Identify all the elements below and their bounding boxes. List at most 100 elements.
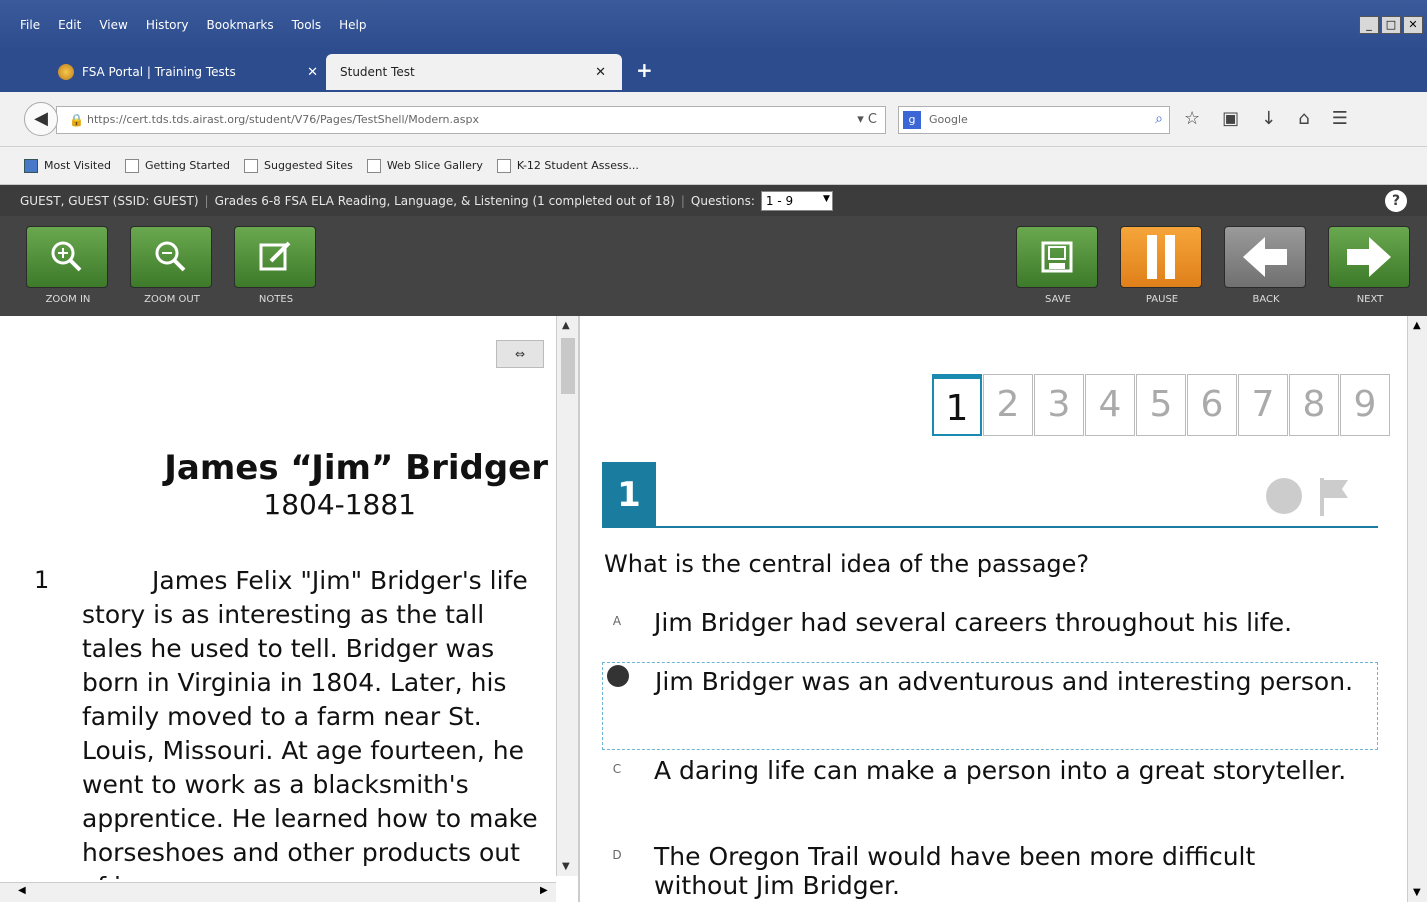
info-icon[interactable]: [1266, 478, 1302, 514]
window-controls: _ □ ✕: [1359, 16, 1423, 34]
radio-a[interactable]: A: [606, 610, 628, 632]
notes-button[interactable]: NOTES: [234, 226, 318, 305]
reading-list-icon[interactable]: ▣: [1222, 108, 1239, 129]
bookmark-suggested-sites[interactable]: Suggested Sites: [244, 158, 353, 173]
bookmark-most-visited[interactable]: Most Visited: [24, 158, 111, 173]
passage-title: James “Jim” Bridger: [164, 448, 548, 488]
download-icon[interactable]: ↓: [1261, 108, 1276, 129]
search-field[interactable]: g Google ⌕: [898, 106, 1170, 134]
search-icon[interactable]: ⌕: [1155, 111, 1163, 127]
question-nav-1[interactable]: 1: [932, 374, 982, 436]
back-arrow-icon[interactable]: ◀: [24, 102, 58, 136]
question-nav-7[interactable]: 7: [1238, 374, 1288, 436]
minimize-button[interactable]: _: [1359, 16, 1379, 34]
question-pane: 1 2 3 4 5 6 7 8 9 1 What is the central …: [582, 316, 1427, 902]
test-status-bar: GUEST, GUEST (SSID: GUEST) | Grades 6-8 …: [0, 185, 1427, 216]
menu-history[interactable]: History: [146, 18, 189, 32]
zoom-out-label: ZOOM OUT: [144, 294, 200, 305]
passage-vertical-scrollbar[interactable]: ▲ ▼: [556, 316, 578, 876]
answer-option-a[interactable]: A Jim Bridger had several careers throug…: [602, 608, 1378, 642]
option-text: Jim Bridger was an adventurous and inter…: [655, 667, 1354, 696]
url-bar[interactable]: 🔒 https://cert.tds.tds.airast.org/studen…: [56, 106, 886, 134]
question-nav-4[interactable]: 4: [1085, 374, 1135, 436]
answer-option-b[interactable]: Jim Bridger was an adventurous and inter…: [602, 662, 1378, 750]
passage-pane: ⇔ James “Jim” Bridger 1804-1881 1 James …: [0, 316, 580, 902]
bookmark-label: Suggested Sites: [264, 159, 353, 172]
zoom-out-button[interactable]: ZOOM OUT: [130, 226, 214, 305]
bookmark-star-icon[interactable]: ☆: [1184, 108, 1200, 129]
question-nav-6[interactable]: 6: [1187, 374, 1237, 436]
passage-horizontal-scrollbar[interactable]: ◀ ▶: [0, 882, 556, 902]
pause-icon: [1120, 226, 1202, 288]
browser-titlebar: File Edit View History Bookmarks Tools H…: [0, 0, 1427, 52]
radio-b-selected[interactable]: [607, 665, 629, 687]
bookmark-web-slice-gallery[interactable]: Web Slice Gallery: [366, 158, 483, 173]
radio-c[interactable]: C: [606, 758, 628, 780]
maximize-button[interactable]: □: [1381, 16, 1401, 34]
bookmark-getting-started[interactable]: Getting Started: [124, 158, 230, 173]
tab-label: FSA Portal | Training Tests: [82, 65, 236, 79]
menu-view[interactable]: View: [99, 18, 127, 32]
scroll-down-icon[interactable]: ▼: [1413, 887, 1421, 898]
close-tab-icon[interactable]: ✕: [307, 65, 318, 80]
flag-icon[interactable]: [1316, 476, 1352, 516]
bookmark-k12-assess[interactable]: K-12 Student Assess...: [496, 158, 639, 173]
answer-option-d[interactable]: D The Oregon Trail would have been more …: [602, 842, 1378, 902]
search-placeholder: Google: [929, 113, 968, 126]
expand-passage-button[interactable]: ⇔: [496, 340, 544, 368]
help-button[interactable]: ?: [1385, 190, 1407, 212]
scroll-down-icon[interactable]: ▼: [562, 861, 570, 872]
questions-label: Questions:: [690, 193, 755, 208]
home-icon[interactable]: ⌂: [1298, 108, 1309, 129]
answer-option-c[interactable]: C A daring life can make a person into a…: [602, 756, 1378, 818]
scroll-left-icon[interactable]: ◀: [18, 885, 26, 896]
menu-file[interactable]: File: [20, 18, 40, 32]
option-text: The Oregon Trail would have been more di…: [654, 842, 1256, 900]
question-vertical-scrollbar[interactable]: ▲ ▼: [1407, 316, 1427, 902]
question-nav-5[interactable]: 5: [1136, 374, 1186, 436]
bookmark-label: Web Slice Gallery: [386, 159, 483, 172]
question-nav-2[interactable]: 2: [983, 374, 1033, 436]
question-range-select[interactable]: 1 - 9 ▼: [760, 190, 833, 211]
back-label: BACK: [1252, 294, 1280, 305]
divider: |: [204, 193, 209, 208]
student-name: GUEST, GUEST (SSID: GUEST): [20, 193, 199, 208]
menu-edit[interactable]: Edit: [58, 18, 81, 32]
tab-student-test[interactable]: Student Test ✕: [326, 54, 622, 90]
question-nav-9[interactable]: 9: [1340, 374, 1390, 436]
question-nav-3[interactable]: 3: [1034, 374, 1084, 436]
question-divider: [602, 526, 1378, 528]
save-icon: [1016, 226, 1098, 288]
menu-icon[interactable]: ☰: [1332, 108, 1348, 129]
scroll-thumb[interactable]: [561, 338, 575, 394]
next-button[interactable]: NEXT: [1328, 226, 1412, 305]
bookmark-label: Most Visited: [44, 159, 111, 172]
tab-fsa-portal[interactable]: FSA Portal | Training Tests ✕: [44, 54, 334, 90]
close-window-button[interactable]: ✕: [1403, 16, 1423, 34]
question-nav-8[interactable]: 8: [1289, 374, 1339, 436]
page-icon: [366, 158, 381, 173]
scroll-right-icon[interactable]: ▶: [540, 885, 548, 896]
nav-icons: ☆ ▣ ↓ ⌂ ☰: [1184, 108, 1348, 129]
scroll-up-icon[interactable]: ▲: [562, 320, 570, 331]
menu-tools[interactable]: Tools: [292, 18, 322, 32]
page-icon: [124, 158, 139, 173]
radio-d[interactable]: D: [606, 844, 628, 866]
pause-button[interactable]: PAUSE: [1120, 226, 1204, 305]
fsa-favicon-icon: [58, 64, 74, 80]
lock-icon: 🔒: [69, 113, 84, 127]
scroll-up-icon[interactable]: ▲: [1413, 320, 1421, 331]
notes-label: NOTES: [258, 294, 294, 305]
menu-help[interactable]: Help: [339, 18, 366, 32]
pause-label: PAUSE: [1145, 294, 1179, 305]
new-tab-icon[interactable]: +: [636, 58, 653, 82]
url-text: https://cert.tds.tds.airast.org/student/…: [87, 113, 479, 126]
close-tab-icon[interactable]: ✕: [595, 65, 606, 80]
reload-icon[interactable]: ▾ C: [857, 112, 877, 127]
zoom-out-icon: [130, 226, 212, 288]
zoom-in-button[interactable]: ZOOM IN: [26, 226, 110, 305]
back-button[interactable]: BACK: [1224, 226, 1308, 305]
menu-bookmarks[interactable]: Bookmarks: [207, 18, 274, 32]
chevron-down-icon: ▼: [822, 193, 830, 204]
save-button[interactable]: SAVE: [1016, 226, 1100, 305]
